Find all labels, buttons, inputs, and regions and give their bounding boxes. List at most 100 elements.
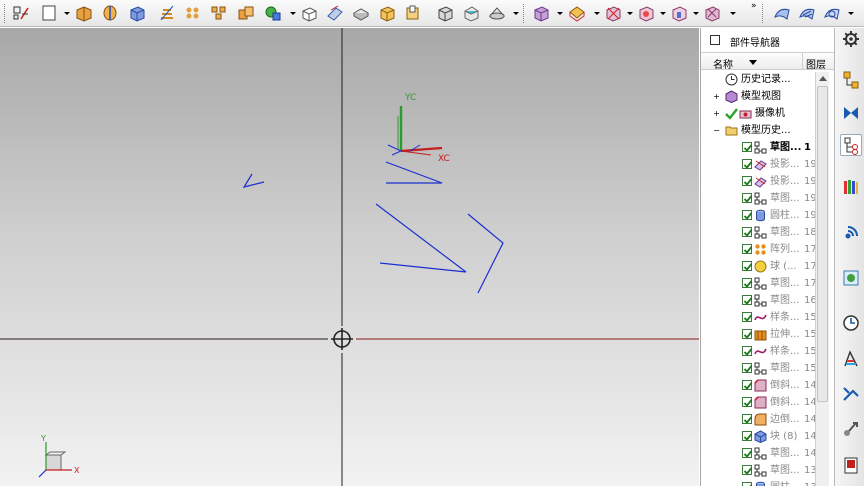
column-separator[interactable] — [802, 53, 803, 70]
visibility-checkbox[interactable] — [742, 295, 753, 305]
view-icon[interactable] — [532, 4, 550, 22]
web-browser-icon[interactable] — [840, 267, 862, 289]
reuse-library-icon[interactable] — [840, 176, 862, 198]
surface3-icon[interactable] — [798, 4, 816, 22]
visibility-checkbox[interactable] — [742, 244, 753, 254]
navigator-pin-checkbox[interactable] — [710, 35, 720, 45]
wcs-triad[interactable]: YC XC — [387, 93, 450, 164]
assembly-navigator-icon[interactable] — [840, 69, 862, 91]
offset-face-icon[interactable] — [326, 4, 344, 22]
orient-icon[interactable] — [604, 4, 622, 22]
chevron-down-icon[interactable] — [513, 12, 519, 15]
toolbar-grip[interactable] — [523, 4, 526, 23]
sketch-chevron-large[interactable] — [467, 213, 504, 294]
scroll-up-arrow-icon[interactable] — [819, 76, 827, 81]
extrude-icon[interactable] — [75, 4, 93, 22]
graphics-viewport[interactable]: YC XC Y X — [0, 28, 699, 486]
chevron-down-icon[interactable] — [627, 12, 633, 15]
visibility-checkbox[interactable] — [742, 227, 753, 237]
sketch-icon[interactable] — [12, 4, 30, 22]
chevron-down-icon[interactable] — [64, 12, 70, 15]
render-icon[interactable] — [637, 4, 655, 22]
sketch-chevron-small[interactable] — [242, 173, 265, 188]
constraint-navigator-icon[interactable] — [840, 103, 862, 125]
part-navigator-icon[interactable] — [840, 134, 862, 156]
sketch-line-diagonal[interactable] — [375, 203, 467, 273]
collapse-icon[interactable]: − — [713, 127, 720, 135]
tree-row-label: 草图... — [770, 227, 800, 238]
cube-plain-icon[interactable] — [404, 4, 422, 22]
settings-gear-icon[interactable] — [840, 28, 862, 50]
visibility-checkbox[interactable] — [742, 142, 753, 152]
visibility-checkbox[interactable] — [742, 329, 753, 339]
tree-row-label: 草图... — [770, 295, 800, 306]
expand-icon[interactable]: + — [713, 110, 720, 118]
surface-icon[interactable] — [703, 4, 721, 22]
visibility-checkbox[interactable] — [742, 278, 753, 288]
sketch-line-lower[interactable] — [379, 262, 467, 273]
visibility-checkbox[interactable] — [742, 210, 753, 220]
array-icon[interactable] — [210, 4, 228, 22]
visibility-checkbox[interactable] — [742, 176, 753, 186]
toolbar-grip[interactable] — [762, 4, 765, 23]
sketch-triangle-edge[interactable] — [385, 161, 443, 184]
process-studio-icon[interactable] — [840, 383, 862, 405]
chevron-down-icon[interactable] — [594, 12, 600, 15]
visibility-checkbox[interactable] — [742, 312, 753, 322]
checkmark-icon[interactable] — [725, 107, 738, 120]
layer-icon[interactable] — [670, 4, 688, 22]
visibility-checkbox[interactable] — [742, 363, 753, 373]
chevron-down-icon[interactable] — [848, 12, 854, 15]
visibility-checkbox[interactable] — [742, 414, 753, 424]
visibility-checkbox[interactable] — [742, 431, 753, 441]
pyramid-icon[interactable] — [462, 4, 480, 22]
visibility-checkbox[interactable] — [742, 397, 753, 407]
visibility-checkbox[interactable] — [742, 448, 753, 458]
scrollbar-thumb[interactable] — [817, 86, 828, 402]
column-layer-header[interactable]: 图层 — [806, 56, 826, 71]
tree-row-label: 模型视图 — [741, 91, 781, 102]
chevron-down-icon[interactable] — [290, 12, 296, 15]
viewport-canvas[interactable]: YC XC Y X — [0, 28, 699, 486]
visibility-checkbox[interactable] — [742, 380, 753, 390]
chevron-down-icon[interactable] — [693, 12, 699, 15]
visibility-checkbox[interactable] — [742, 482, 753, 486]
sort-arrow-icon[interactable] — [749, 60, 757, 65]
system-materials-icon[interactable] — [840, 348, 862, 370]
revolve-icon[interactable] — [101, 4, 119, 22]
visibility-checkbox[interactable] — [742, 261, 753, 271]
box-icon[interactable] — [300, 4, 318, 22]
chevron-down-icon[interactable] — [557, 12, 563, 15]
surface2-icon[interactable] — [773, 4, 791, 22]
unite-icon[interactable] — [237, 4, 255, 22]
cube-icon[interactable] — [352, 4, 370, 22]
cube-wire-icon[interactable] — [436, 4, 454, 22]
expand-icon[interactable]: + — [713, 93, 720, 101]
navigator-scrollbar[interactable] — [815, 72, 829, 486]
visibility-checkbox[interactable] — [742, 346, 753, 356]
pin-icon[interactable] — [488, 4, 506, 22]
pattern-icon[interactable] — [184, 4, 202, 22]
visibility-checkbox[interactable] — [742, 465, 753, 475]
cylinder-icon[interactable] — [378, 4, 396, 22]
manufacturing-wizard-icon[interactable] — [840, 418, 862, 440]
tree-row-label: 草图... — [770, 278, 800, 289]
history-icon[interactable] — [840, 312, 862, 334]
shell-icon[interactable] — [264, 4, 282, 22]
toolbar-grip[interactable] — [4, 4, 7, 23]
visibility-checkbox[interactable] — [742, 159, 753, 169]
new-file-icon[interactable] — [40, 4, 58, 22]
toolbar-overflow-button[interactable]: » — [751, 2, 757, 11]
chevron-down-icon[interactable] — [730, 12, 736, 15]
visibility-checkbox[interactable] — [742, 193, 753, 203]
roles-icon[interactable] — [840, 454, 862, 476]
column-name-header[interactable]: 名称 — [713, 56, 733, 71]
sweep-icon[interactable] — [158, 4, 176, 22]
wire-box-icon[interactable] — [568, 4, 586, 22]
block-icon[interactable] — [128, 4, 146, 22]
sketch-curves[interactable] — [242, 161, 504, 294]
tree-row-label: 圆柱... — [770, 210, 800, 221]
surface-offset-icon[interactable] — [823, 4, 841, 22]
chevron-down-icon[interactable] — [660, 12, 666, 15]
hd3d-icon[interactable] — [840, 222, 862, 244]
